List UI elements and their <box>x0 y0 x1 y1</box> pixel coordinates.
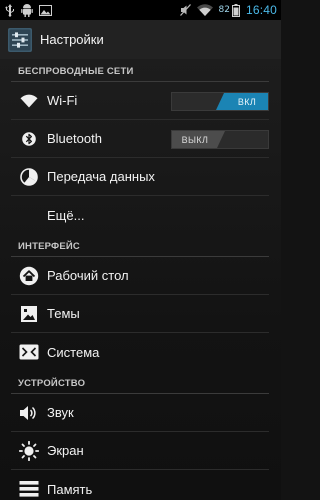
settings-item-display[interactable]: Экран <box>11 432 269 470</box>
settings-item-label: Экран <box>47 443 84 458</box>
toggle-label: ВКЛ <box>216 93 268 110</box>
settings-item-data-usage[interactable]: Передача данных <box>11 158 269 196</box>
status-bar[interactable]: 82 16:40 <box>0 0 281 20</box>
storage-icon <box>18 478 40 500</box>
clock: 16:40 <box>245 3 277 17</box>
speaker-icon <box>18 402 40 424</box>
settings-item-system[interactable]: Система <box>11 333 269 371</box>
settings-item-label: Звук <box>47 405 74 420</box>
bluetooth-toggle[interactable]: ВЫКЛ <box>171 130 269 149</box>
settings-item-wifi[interactable]: Wi-Fi ВКЛ <box>11 82 269 120</box>
home-screen-icon <box>18 265 40 287</box>
settings-item-label: Рабочий стол <box>47 268 129 283</box>
section-header-interface: ИНТЕРФЕЙС <box>11 234 269 257</box>
settings-item-sound[interactable]: Звук <box>11 394 269 432</box>
settings-item-label: Система <box>47 344 100 360</box>
bluetooth-icon <box>18 128 40 150</box>
action-bar: Настройки <box>0 20 281 59</box>
mute-icon <box>179 4 191 16</box>
image-icon <box>39 4 52 16</box>
section-header-label: БЕСПРОВОДНЫЕ СЕТИ <box>18 66 134 77</box>
battery: 82 <box>218 3 240 17</box>
data-usage-icon <box>18 166 40 188</box>
section-header-device: УСТРОЙСТВО <box>11 371 269 394</box>
settings-item-memory[interactable]: Память <box>11 470 269 500</box>
settings-item-label: Bluetooth <box>47 131 102 146</box>
system-icon <box>18 341 40 363</box>
section-header-wireless: БЕСПРОВОДНЫЕ СЕТИ <box>11 59 269 82</box>
settings-item-label: Передача данных <box>47 169 155 184</box>
toggle-label: ВЫКЛ <box>171 131 225 148</box>
settings-sliders-icon[interactable] <box>8 27 32 52</box>
page-title: Настройки <box>40 32 104 47</box>
settings-list[interactable]: БЕСПРОВОДНЫЕ СЕТИ Wi-Fi ВКЛ Bluetooth ВЫ… <box>0 59 281 500</box>
system-icons: 82 16:40 <box>179 3 277 17</box>
android-debug-icon <box>21 3 33 17</box>
wifi-icon <box>18 90 40 112</box>
battery-icon <box>231 3 240 17</box>
usb-icon <box>5 3 14 17</box>
battery-percent: 82 <box>218 4 230 15</box>
section-header-label: ИНТЕРФЕЙС <box>18 241 80 252</box>
brightness-icon <box>18 440 40 462</box>
wifi-toggle[interactable]: ВКЛ <box>171 92 269 111</box>
settings-item-bluetooth[interactable]: Bluetooth ВЫКЛ <box>11 120 269 158</box>
wifi-signal-icon <box>196 4 213 16</box>
settings-item-label: Wi-Fi <box>47 93 78 108</box>
settings-item-desktop[interactable]: Рабочий стол <box>11 257 269 295</box>
themes-icon <box>18 303 40 325</box>
settings-item-themes[interactable]: Темы <box>11 295 269 333</box>
settings-item-label: Темы <box>47 306 80 321</box>
section-header-label: УСТРОЙСТВО <box>18 378 86 389</box>
settings-item-more[interactable]: Ещё... <box>11 196 269 234</box>
settings-item-label: Память <box>47 481 93 497</box>
settings-item-label: Ещё... <box>47 207 85 223</box>
notification-icons <box>5 3 52 17</box>
